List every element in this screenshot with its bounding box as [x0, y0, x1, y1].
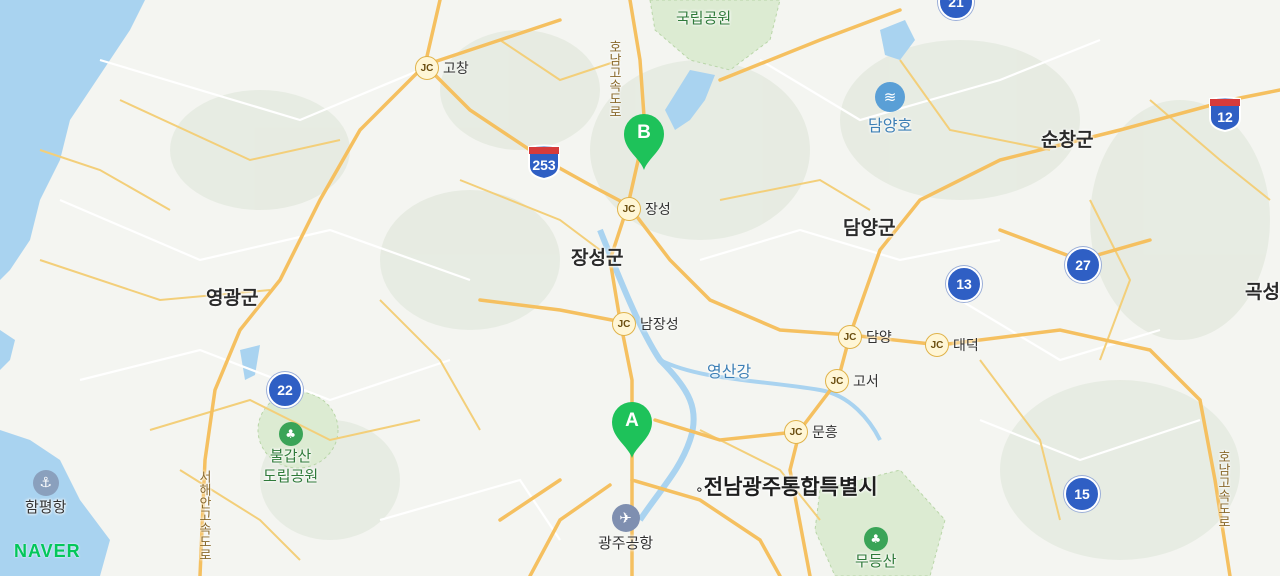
- junction-badge-icon: JC: [825, 369, 849, 393]
- junction-name: 담양: [866, 330, 892, 346]
- route-marker-end[interactable]: B: [620, 112, 668, 172]
- road-label-honam-east: 호남고속도로: [1215, 450, 1230, 528]
- dam-icon: ≋: [875, 82, 906, 112]
- tree-icon: ♣: [278, 422, 303, 446]
- highway-shield-253[interactable]: 253: [526, 144, 562, 181]
- port-icon: ⚓: [32, 470, 59, 496]
- region-label-gokseong[interactable]: 곡성: [1245, 277, 1280, 304]
- city-label-gwangju[interactable]: ∘전남광주통합특별시: [695, 471, 878, 501]
- highway-number: 12: [1217, 109, 1233, 125]
- airplane-icon: ✈: [611, 504, 640, 532]
- junction-damyang[interactable]: JC 담양: [838, 325, 892, 349]
- highway-shield-12[interactable]: 12: [1207, 96, 1243, 133]
- junction-daedeok[interactable]: JC 대덕: [925, 333, 979, 357]
- junction-munheung[interactable]: JC 문흥: [784, 420, 838, 444]
- junction-namjangseong[interactable]: JC 남장성: [612, 312, 679, 336]
- junction-badge-icon: JC: [925, 333, 949, 357]
- junction-gochang[interactable]: JC 고창: [415, 56, 469, 80]
- junction-name: 장성: [645, 202, 671, 218]
- region-label-damyang[interactable]: 담양군: [843, 213, 895, 240]
- highway-number: 253: [532, 157, 556, 173]
- park-label-bulgapsan: 불갑산 도립공원: [263, 447, 319, 485]
- route-shield-27[interactable]: 27: [1065, 247, 1101, 283]
- junction-badge-icon: JC: [838, 325, 862, 349]
- junction-badge-icon: JC: [617, 197, 641, 221]
- junction-name: 대덕: [953, 338, 979, 354]
- marker-letter: A: [625, 410, 639, 431]
- poi-gwangju-airport[interactable]: ✈ 광주공항: [598, 504, 653, 553]
- junction-badge-icon: JC: [415, 56, 439, 80]
- junction-name: 남장성: [640, 317, 679, 333]
- junction-goseo[interactable]: JC 고서: [825, 369, 879, 393]
- place-label-hampyeong: 함평항: [25, 498, 67, 516]
- junction-name: 고서: [853, 374, 879, 390]
- map-canvas[interactable]: 영광군 장성군 담양군 순창군 곡성 ∘전남광주통합특별시 영산강 ≋ 담양호 …: [0, 0, 1280, 576]
- park-label-national[interactable]: 국립공원: [676, 8, 731, 28]
- place-label-gwangju-airport: 광주공항: [598, 534, 654, 552]
- route-shield-15[interactable]: 15: [1064, 476, 1100, 512]
- route-marker-start[interactable]: A: [608, 400, 656, 460]
- tree-icon: ♣: [863, 527, 888, 551]
- poi-hampyeong-port[interactable]: ⚓ 함평항: [25, 470, 66, 517]
- river-label-yeongsan[interactable]: 영산강: [707, 358, 751, 382]
- park-label-mudeungsan: 무등산: [855, 552, 897, 570]
- junction-name: 고창: [443, 61, 469, 77]
- junction-badge-icon: JC: [612, 312, 636, 336]
- route-shield-13[interactable]: 13: [946, 266, 982, 302]
- lake-label-damyang: 담양호: [868, 116, 913, 135]
- poi-bulgapsan[interactable]: ♣ 불갑산 도립공원: [263, 422, 318, 486]
- region-label-jangseong[interactable]: 장성군: [571, 243, 623, 270]
- road-label-seohaean: 서해안고속도로: [196, 470, 211, 561]
- naver-logo[interactable]: NAVER: [14, 541, 81, 562]
- road-label-honam: 호남고속도로: [606, 40, 621, 118]
- junction-jangseong[interactable]: JC 장성: [617, 197, 671, 221]
- route-shield-22[interactable]: 22: [267, 372, 303, 408]
- region-label-sunchang[interactable]: 순창군: [1041, 125, 1093, 152]
- poi-mudeungsan[interactable]: ♣ 무등산: [855, 527, 896, 571]
- region-label-yeonggwang[interactable]: 영광군: [206, 283, 258, 310]
- city-dot-icon: ∘: [695, 482, 704, 498]
- poi-damyang-lake[interactable]: ≋ 담양호: [868, 82, 912, 136]
- marker-letter: B: [637, 122, 651, 143]
- junction-badge-icon: JC: [784, 420, 808, 444]
- junction-name: 문흥: [812, 425, 838, 441]
- city-label-text: 전남광주통합특별시: [703, 475, 878, 499]
